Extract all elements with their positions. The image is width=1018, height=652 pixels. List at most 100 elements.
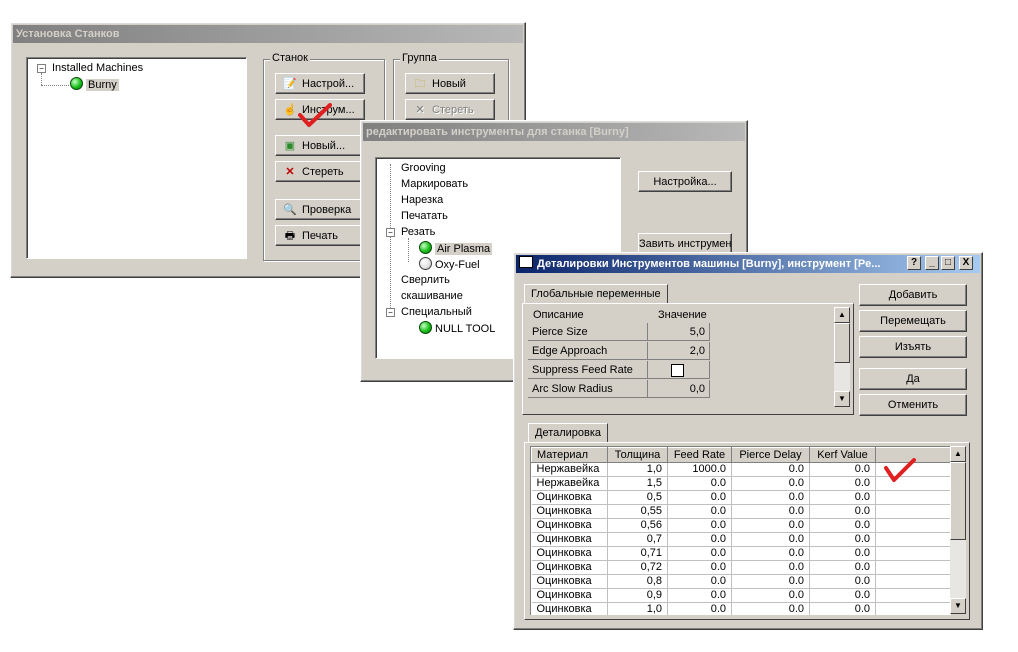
scroll-thumb[interactable] (834, 323, 850, 363)
table-row[interactable]: Оцинковка 0,56 0.0 0.0 0.0 (531, 518, 951, 533)
print-button[interactable]: 🖶 Печать (275, 225, 365, 246)
column-header-thickness[interactable]: Толщина (607, 447, 668, 463)
table-row[interactable]: Оцинковка 0,71 0.0 0.0 0.0 (531, 546, 951, 561)
cell-thickness[interactable]: 0,8 (607, 574, 668, 589)
column-header-pierce-delay[interactable]: Pierce Delay (731, 447, 810, 463)
tool-settings-button[interactable]: Настройка... (638, 171, 732, 192)
global-value-pierce-size[interactable]: 5,0 (648, 323, 710, 341)
cell-feed-rate[interactable]: 0.0 (667, 532, 732, 547)
tree-collapse-icon[interactable]: − (386, 308, 395, 317)
tree-collapse-icon[interactable]: − (37, 64, 46, 73)
cell-kerf-value[interactable]: 0.0 (809, 462, 876, 477)
suppress-feed-rate-checkbox[interactable] (671, 364, 684, 377)
cell-pierce-delay[interactable]: 0.0 (731, 462, 810, 477)
table-row[interactable]: Оцинковка 0,72 0.0 0.0 0.0 (531, 560, 951, 575)
global-value-edge-approach[interactable]: 2,0 (648, 342, 710, 360)
tool-narezka[interactable]: Нарезка (401, 193, 443, 207)
scroll-up-icon[interactable]: ▲ (834, 307, 850, 323)
machines-tree[interactable]: − Installed Machines Burny (26, 57, 247, 259)
globals-scrollbar[interactable]: ▲ ▼ (834, 307, 850, 407)
cell-pierce-delay[interactable]: 0.0 (731, 490, 810, 505)
tool-markirovat[interactable]: Маркировать (401, 177, 468, 191)
cell-pierce-delay[interactable]: 0.0 (731, 602, 810, 615)
cell-material[interactable]: Оцинковка (531, 504, 608, 519)
close-caption-button[interactable]: X (959, 256, 973, 270)
cell-thickness[interactable]: 0,56 (607, 518, 668, 533)
ok-button[interactable]: Да (859, 368, 967, 390)
nastroi-button[interactable]: 📝 Настрой... (275, 73, 365, 94)
tool-specialnyi[interactable]: Специальный (401, 305, 472, 319)
cell-material[interactable]: Оцинковка (531, 588, 608, 603)
cell-pierce-delay[interactable]: 0.0 (731, 532, 810, 547)
detail-scrollbar[interactable]: ▲ ▼ (950, 446, 966, 614)
tool-sverlit[interactable]: Сверлить (401, 273, 450, 287)
cell-material[interactable]: Нержавейка (531, 476, 608, 491)
column-header-material[interactable]: Материал (531, 447, 608, 463)
cell-pierce-delay[interactable]: 0.0 (731, 518, 810, 533)
scroll-thumb[interactable] (950, 462, 966, 540)
scroll-down-icon[interactable]: ▼ (834, 391, 850, 407)
scroll-down-icon[interactable]: ▼ (950, 598, 966, 614)
cell-material[interactable]: Нержавейка (531, 462, 608, 477)
cell-thickness[interactable]: 1,5 (607, 476, 668, 491)
cell-feed-rate[interactable]: 0.0 (667, 560, 732, 575)
cell-feed-rate[interactable]: 0.0 (667, 504, 732, 519)
cell-material[interactable]: Оцинковка (531, 490, 608, 505)
cell-thickness[interactable]: 0,71 (607, 546, 668, 561)
cell-thickness[interactable]: 1,0 (607, 602, 668, 615)
column-header-feed-rate[interactable]: Feed Rate (667, 447, 732, 463)
tool-null-tool[interactable]: NULL TOOL (419, 321, 495, 336)
cell-material[interactable]: Оцинковка (531, 602, 608, 615)
zavit-tool-button[interactable]: Завить инструмен (638, 233, 732, 254)
tool-grooving[interactable]: Grooving (401, 161, 446, 175)
group-delete-button[interactable]: ✕ Стереть (405, 99, 495, 120)
add-button[interactable]: Добавить (859, 284, 967, 306)
move-button[interactable]: Перемещать (859, 310, 967, 332)
cell-material[interactable]: Оцинковка (531, 518, 608, 533)
tree-collapse-icon[interactable]: − (386, 228, 395, 237)
cell-kerf-value[interactable]: 0.0 (809, 476, 876, 491)
cell-feed-rate[interactable]: 0.0 (667, 518, 732, 533)
new-machine-button[interactable]: ▣ Новый... (275, 135, 365, 156)
cell-feed-rate[interactable]: 0.0 (667, 602, 732, 615)
tool-oxy-fuel[interactable]: Oxy-Fuel (419, 257, 480, 272)
maximize-caption-button[interactable]: □ (941, 256, 955, 270)
cell-pierce-delay[interactable]: 0.0 (731, 560, 810, 575)
cell-pierce-delay[interactable]: 0.0 (731, 588, 810, 603)
table-row[interactable]: Оцинковка 0,7 0.0 0.0 0.0 (531, 532, 951, 547)
tool-rezat[interactable]: Резать (401, 225, 435, 239)
cell-material[interactable]: Оцинковка (531, 546, 608, 561)
tree-item-burny[interactable]: Burny (70, 77, 119, 92)
tool-skashivanie[interactable]: скашивание (401, 289, 463, 303)
cell-pierce-delay[interactable]: 0.0 (731, 574, 810, 589)
tree-root-installed-machines[interactable]: Installed Machines (52, 61, 143, 75)
tab-detail[interactable]: Деталировка (528, 423, 609, 442)
cell-pierce-delay[interactable]: 0.0 (731, 504, 810, 519)
scroll-up-icon[interactable]: ▲ (950, 446, 966, 462)
cell-kerf-value[interactable]: 0.0 (809, 518, 876, 533)
help-caption-button[interactable]: ? (907, 256, 921, 270)
cell-kerf-value[interactable]: 0.0 (809, 588, 876, 603)
cell-pierce-delay[interactable]: 0.0 (731, 546, 810, 561)
cell-kerf-value[interactable]: 0.0 (809, 504, 876, 519)
cell-material[interactable]: Оцинковка (531, 574, 608, 589)
tool-air-plasma[interactable]: Air Plasma (419, 241, 493, 256)
global-value-arc-slow-radius[interactable]: 0,0 (648, 380, 710, 398)
cell-feed-rate[interactable]: 1000.0 (667, 462, 732, 477)
cell-pierce-delay[interactable]: 0.0 (731, 476, 810, 491)
cell-kerf-value[interactable]: 0.0 (809, 560, 876, 575)
cell-feed-rate[interactable]: 0.0 (667, 546, 732, 561)
cell-kerf-value[interactable]: 0.0 (809, 574, 876, 589)
cell-thickness[interactable]: 1,0 (607, 462, 668, 477)
remove-button[interactable]: Изъять (859, 336, 967, 358)
group-new-button[interactable]: 🗀 Новый (405, 73, 495, 94)
cancel-button[interactable]: Отменить (859, 394, 967, 416)
cell-feed-rate[interactable]: 0.0 (667, 476, 732, 491)
tool-pechatat[interactable]: Печатать (401, 209, 448, 223)
cell-thickness[interactable]: 0,7 (607, 532, 668, 547)
cell-kerf-value[interactable]: 0.0 (809, 532, 876, 547)
delete-machine-button[interactable]: ✕ Стереть (275, 161, 365, 182)
cell-material[interactable]: Оцинковка (531, 532, 608, 547)
table-row[interactable]: Оцинковка 0,5 0.0 0.0 0.0 (531, 490, 951, 505)
cell-thickness[interactable]: 0,5 (607, 490, 668, 505)
